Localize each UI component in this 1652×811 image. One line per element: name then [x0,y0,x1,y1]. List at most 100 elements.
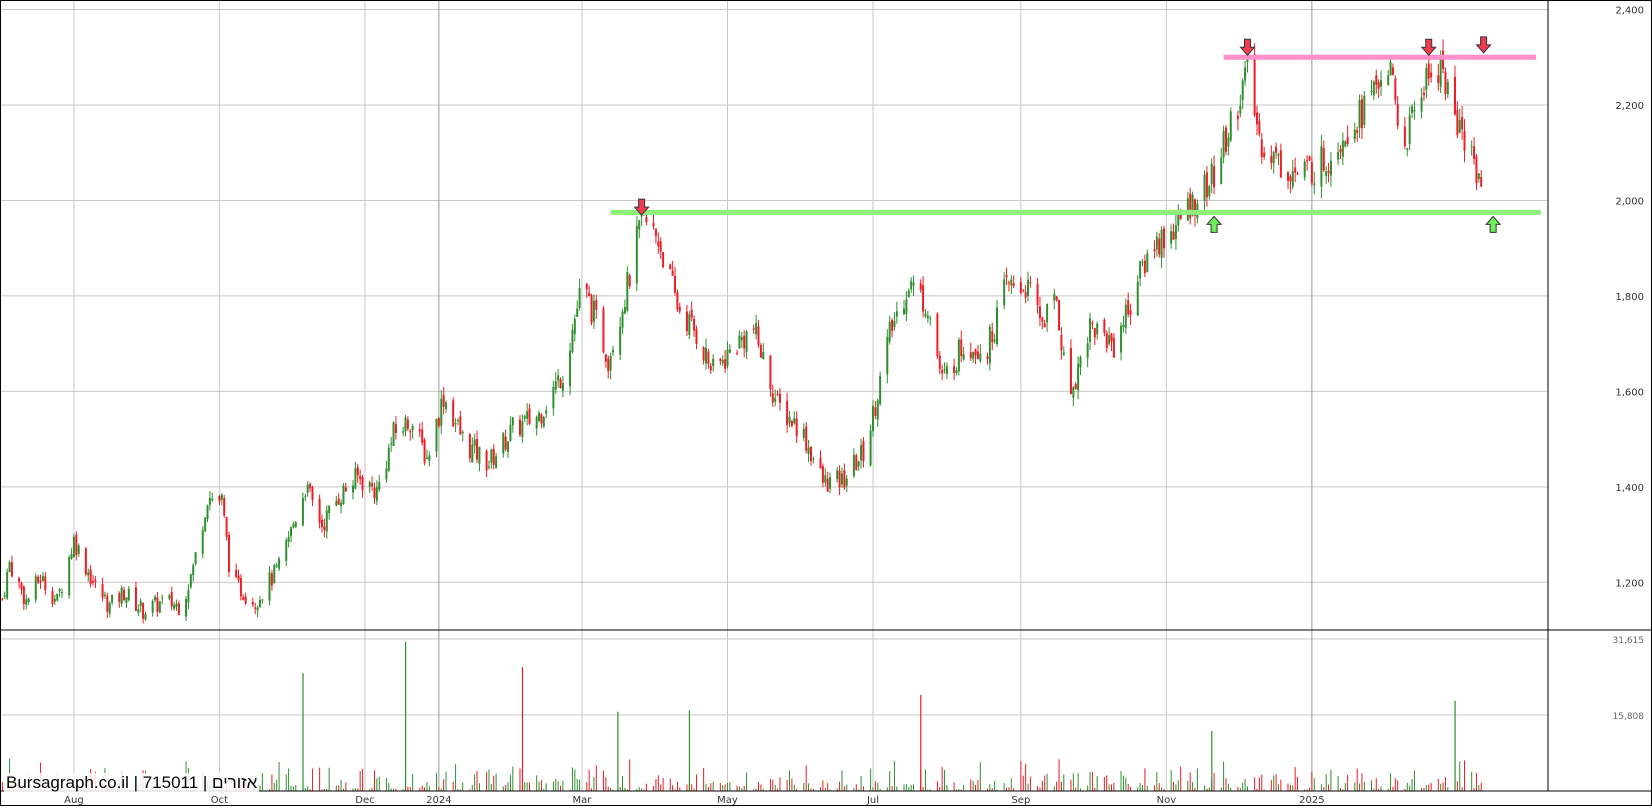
volume-tick-label: 31,615 [1613,636,1645,646]
volume-bar [338,785,340,791]
candle-body [223,498,226,516]
candle-body [545,410,548,414]
volume-bar [605,777,607,791]
candle-body [1258,120,1261,134]
volume-bar [719,783,721,791]
candle [56,593,59,602]
candle-body [1387,75,1390,85]
candle [8,560,11,573]
candle-body [1430,72,1433,78]
volume-bar [1294,767,1296,791]
candle-body [542,416,545,427]
candle-body [504,436,507,450]
time-tick-label: Aug [64,795,84,806]
candle-body [41,575,44,582]
candle [988,324,991,371]
candle-body [301,497,304,526]
volume-bar [345,782,347,791]
candle-body [425,457,428,460]
candle-body [1208,186,1211,197]
candle-body [829,476,832,489]
volume-bar [1347,774,1349,791]
candle-body [1244,67,1247,81]
volume-bar [653,786,655,791]
candle-body [1160,229,1163,258]
volume-bar [1187,780,1189,791]
candle-body [323,526,326,530]
candle-body [20,582,23,590]
candle-body [972,351,975,359]
volume-bar [1091,771,1093,791]
volume-bar [1044,775,1046,791]
candle-body [869,430,872,466]
volume-bar [676,781,678,791]
candle-body [435,419,438,452]
candle-body [44,576,47,591]
candle-body [278,558,281,569]
volume-bar [1027,783,1029,791]
candle-body [454,423,457,425]
candle-body [242,596,245,600]
candle-body [211,498,214,501]
candle-body [106,595,109,612]
candle-body [492,448,495,465]
volume-bar [507,782,509,791]
volume-bar [686,784,688,791]
candle-body [1473,146,1476,159]
candle-body [707,351,710,364]
candle [869,424,872,467]
candle [1224,125,1227,156]
candle-body [657,241,660,247]
candle-body [1038,306,1041,319]
candle [452,397,455,427]
volume-bar [1196,768,1198,791]
volume-bar [1087,785,1089,791]
candle-body [790,421,793,426]
volume-bar [1261,774,1263,791]
volume-bar [1478,785,1480,791]
candle-body [187,589,190,603]
volume-bar [1010,778,1012,791]
candle-body [53,598,56,602]
candle-body [256,607,259,611]
candle-body [154,596,157,601]
candle-body [68,557,71,596]
candle-body [719,358,722,361]
volume-bar [1192,782,1194,791]
volume-bar [922,787,924,791]
candle-body [659,241,662,252]
volume-bar [619,786,621,791]
volume-bar [1359,783,1361,791]
candle-body [712,358,715,367]
volume-bar [328,767,330,791]
volume-bar [493,775,495,791]
candle-body [821,466,824,483]
volume-bar [359,771,361,791]
volume-spike [1454,700,1456,791]
volume-bar [1409,785,1411,791]
candle-body [674,275,677,293]
candle-body [445,402,448,410]
volume-bar [1025,763,1027,791]
volume-bar [519,768,521,791]
candle-body [554,381,557,390]
candle-body [571,329,574,352]
candle-body [1463,131,1466,151]
candle [34,573,37,603]
candle-body [559,379,562,389]
candle-body [1394,78,1397,101]
candle-body [609,355,612,371]
candle-body [1260,139,1263,158]
volume-bar [1070,779,1072,791]
candle-body [669,264,672,270]
candle-body [1229,111,1232,141]
candle-body [619,326,622,355]
volume-bar [789,770,791,791]
volume-spike [521,667,524,791]
candle-body [996,307,999,345]
volume-bar [738,786,740,791]
volume-bar [669,778,671,791]
candle [1363,90,1366,129]
candle-body [361,476,364,491]
volume-bar [660,784,662,791]
